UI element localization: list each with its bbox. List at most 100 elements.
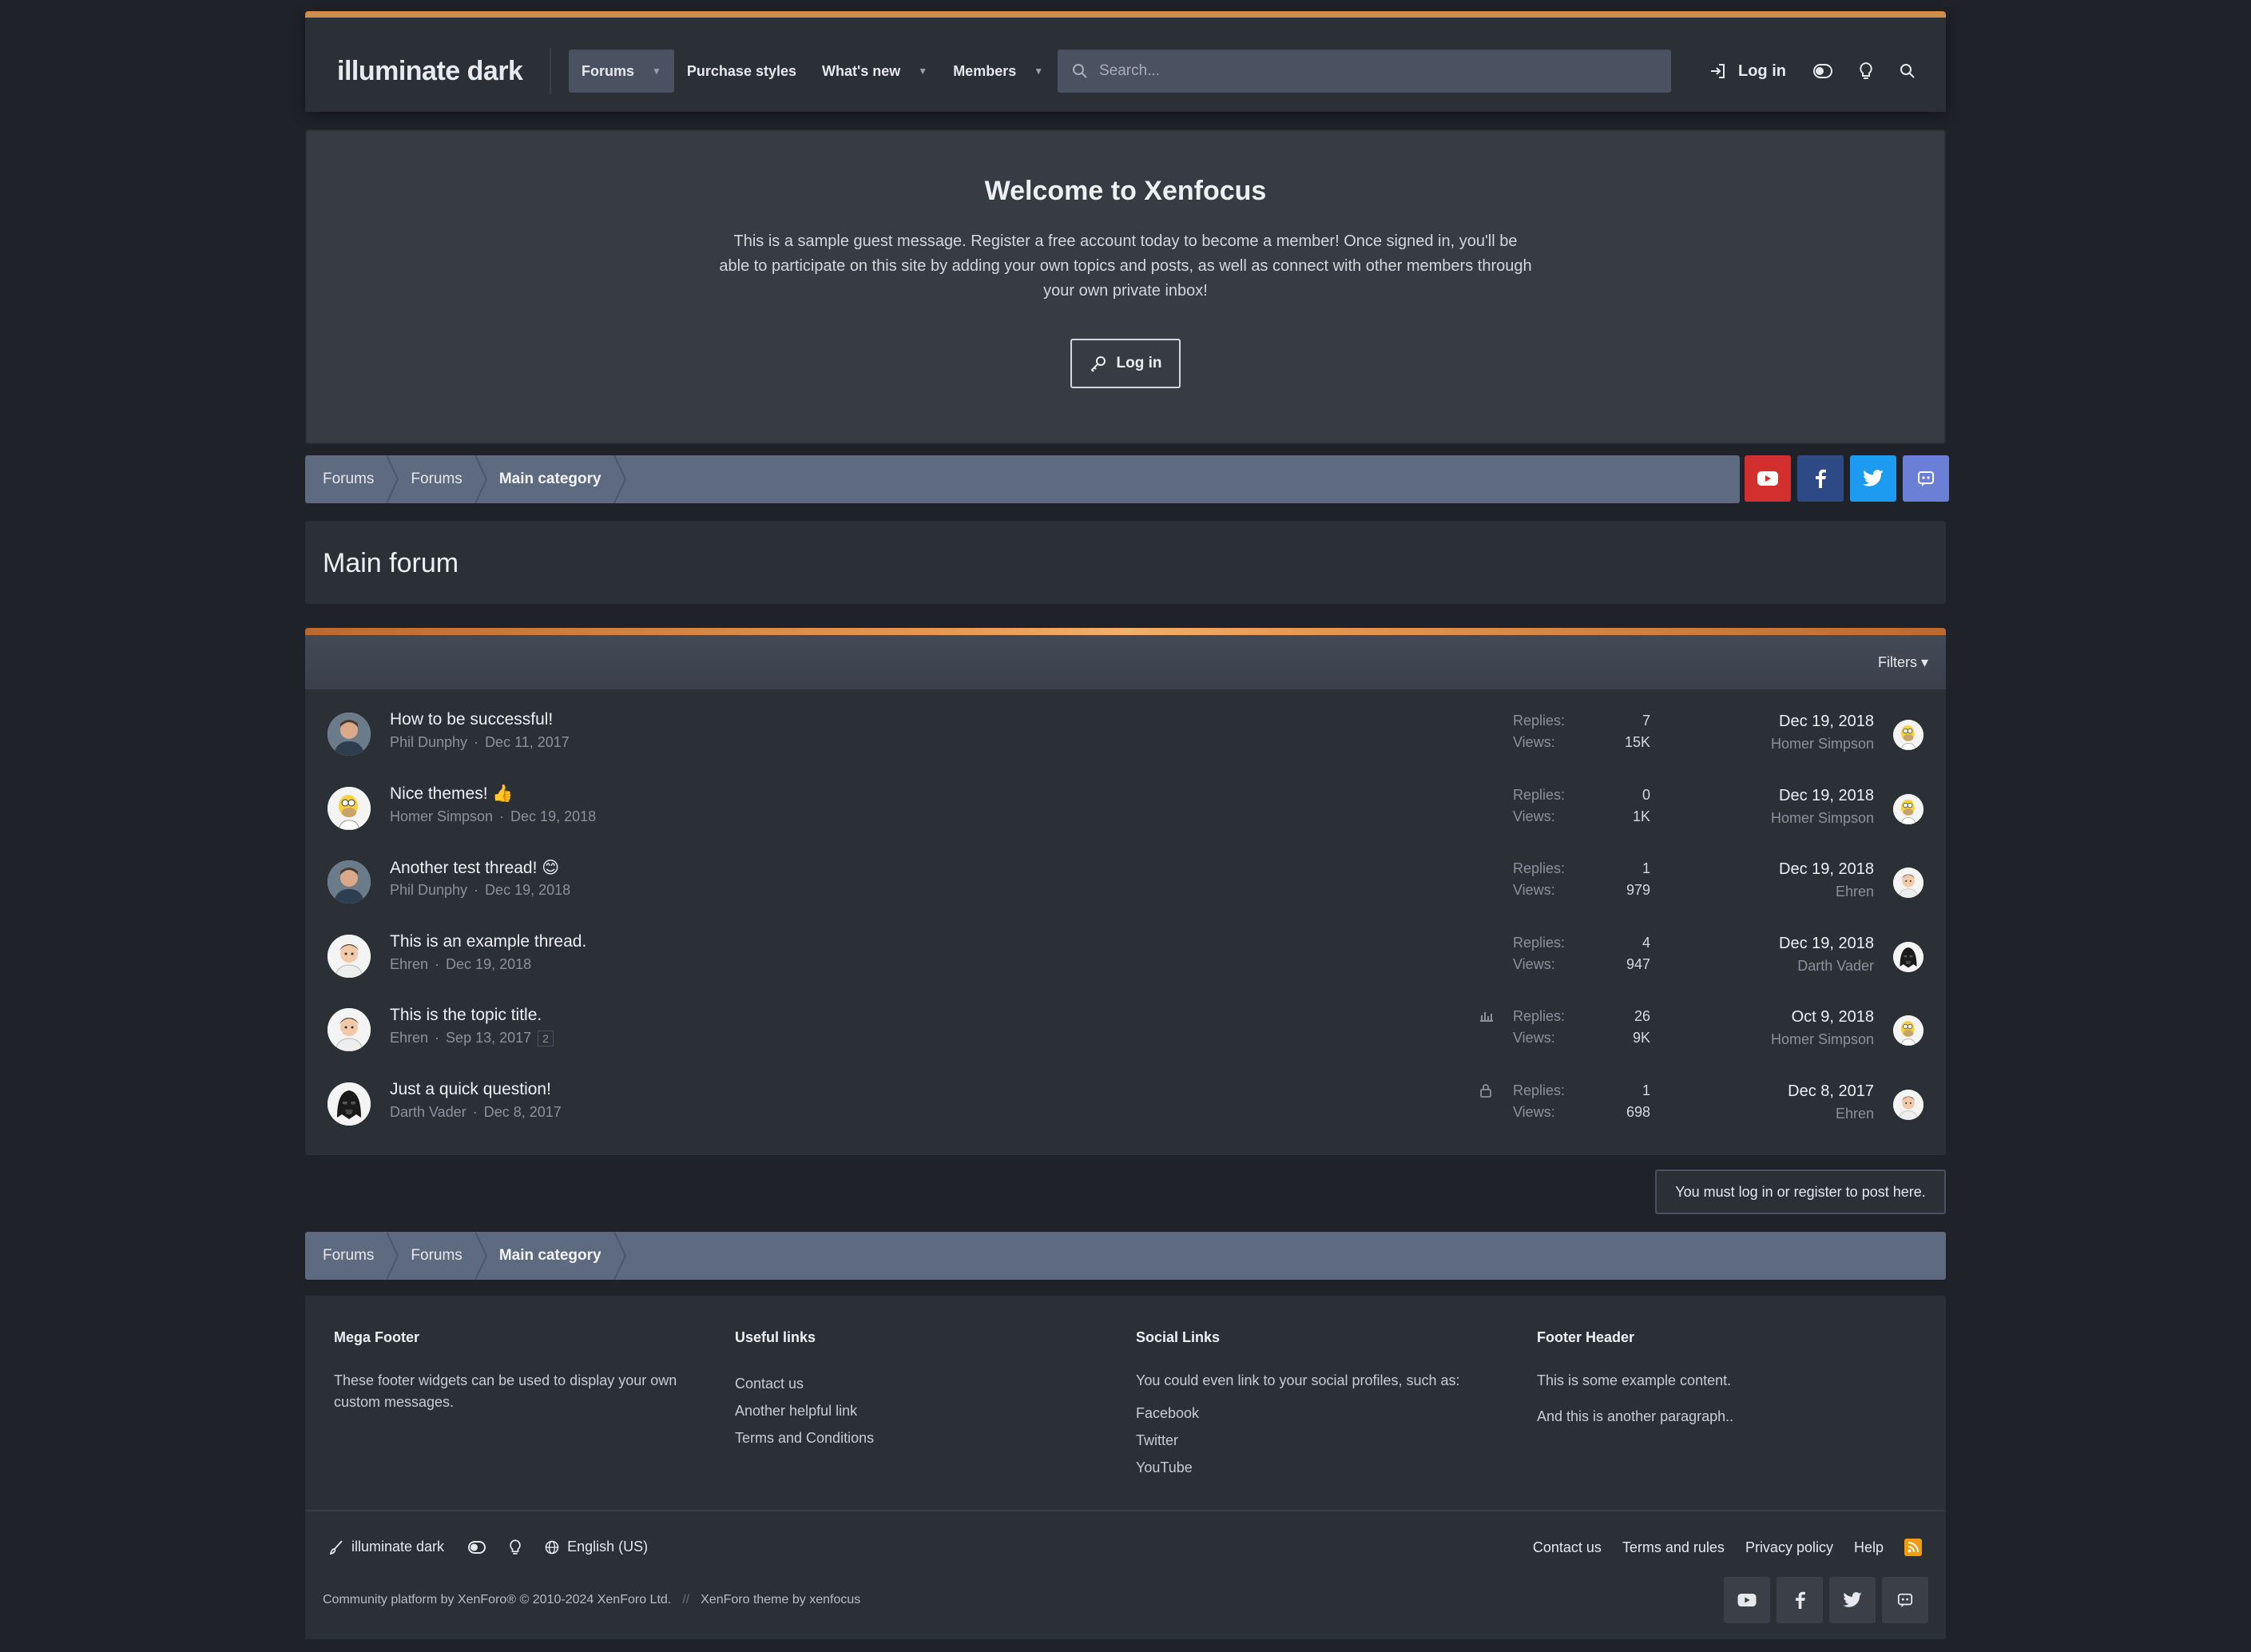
last-poster-avatar[interactable]	[1893, 868, 1923, 898]
login-link[interactable]: Log in	[1709, 62, 1786, 81]
last-post-user[interactable]: Homer Simpson	[1771, 807, 1874, 829]
last-post-date[interactable]: Dec 19, 2018	[1779, 858, 1874, 880]
last-post-date[interactable]: Oct 9, 2018	[1771, 1006, 1874, 1028]
nav-purchase-styles[interactable]: Purchase styles	[674, 50, 809, 93]
search-box[interactable]	[1058, 50, 1671, 93]
footer-link-facebook[interactable]: Facebook	[1136, 1400, 1503, 1427]
thread-author[interactable]: Phil Dunphy	[390, 734, 467, 751]
author-avatar[interactable]	[328, 934, 371, 978]
last-post-date[interactable]: Dec 19, 2018	[1771, 710, 1874, 733]
nav-whats-new-label: What's new	[822, 62, 901, 79]
youtube-button[interactable]	[1745, 455, 1791, 502]
footer-col-title: Mega Footer	[334, 1329, 420, 1345]
social-buttons-top	[1745, 455, 1949, 502]
last-post-date[interactable]: Dec 8, 2017	[1788, 1080, 1874, 1102]
thread-author[interactable]: Homer Simpson	[390, 808, 493, 825]
style-toggle-icon[interactable]	[1812, 64, 1832, 78]
thread-author[interactable]: Ehren	[390, 956, 428, 973]
thread-start-date[interactable]: Dec 19, 2018	[485, 882, 570, 899]
thread-author[interactable]: Ehren	[390, 1030, 428, 1046]
author-avatar[interactable]	[328, 1008, 371, 1051]
lightbulb-icon[interactable]	[510, 1539, 521, 1555]
views-count: 698	[1626, 1103, 1650, 1120]
footer-link-twitter[interactable]: Twitter	[1136, 1427, 1503, 1454]
nav-forums[interactable]: Forums ▼	[569, 50, 674, 93]
views-count: 15K	[1624, 734, 1650, 750]
header-actions: Log in	[1709, 50, 1916, 93]
last-post-date[interactable]: Dec 19, 2018	[1771, 784, 1874, 807]
footer-link-terms[interactable]: Terms and Conditions	[735, 1424, 1102, 1451]
footer-privacy-link[interactable]: Privacy policy	[1745, 1539, 1833, 1556]
breadcrumb-item-forums[interactable]: Forums	[305, 1232, 399, 1280]
style-toggle-icon[interactable]	[468, 1540, 486, 1554]
thread-start-date[interactable]: Dec 19, 2018	[446, 956, 531, 973]
last-post-user[interactable]: Ehren	[1788, 1102, 1874, 1125]
thread-title-link[interactable]: Another test thread! 😊	[390, 858, 559, 878]
youtube-button[interactable]	[1724, 1577, 1770, 1623]
breadcrumb-item-main-category[interactable]: Main category	[482, 455, 626, 503]
thread-title-link[interactable]: How to be successful!	[390, 710, 553, 729]
last-post-user[interactable]: Homer Simpson	[1771, 733, 1874, 755]
thread-row: Another test thread! 😊 Phil Dunphy · Dec 19…	[305, 847, 1946, 920]
chevron-down-icon[interactable]: ▼	[918, 66, 927, 77]
thread-start-date[interactable]: Dec 8, 2017	[484, 1104, 562, 1121]
footer-help-link[interactable]: Help	[1854, 1539, 1884, 1556]
theme-credit[interactable]: XenForo theme by xenfocus	[701, 1593, 860, 1606]
notice-login-button[interactable]: Log in	[1070, 339, 1181, 388]
twitter-button[interactable]	[1850, 455, 1896, 502]
last-post-user[interactable]: Homer Simpson	[1771, 1028, 1874, 1050]
thread-title-link[interactable]: Just a quick question!	[390, 1080, 551, 1099]
footer-link-helpful[interactable]: Another helpful link	[735, 1397, 1102, 1424]
thread-start-date[interactable]: Sep 13, 2017	[446, 1030, 531, 1046]
facebook-button[interactable]	[1777, 1577, 1823, 1623]
chevron-down-icon[interactable]: ▼	[1034, 66, 1043, 77]
author-avatar[interactable]	[328, 860, 371, 903]
last-poster-avatar[interactable]	[1893, 941, 1923, 972]
thread-title-link[interactable]: Nice themes! 👍	[390, 784, 514, 804]
thread-author[interactable]: Phil Dunphy	[390, 882, 467, 899]
footer-contact-link[interactable]: Contact us	[1533, 1539, 1602, 1556]
thread-title-link[interactable]: This is an example thread.	[390, 932, 586, 951]
footer-link-youtube[interactable]: YouTube	[1136, 1454, 1503, 1481]
author-avatar[interactable]	[328, 786, 371, 830]
thread-title-link[interactable]: This is the topic title.	[390, 1006, 542, 1025]
footer-link-contact[interactable]: Contact us	[735, 1370, 1102, 1397]
chevron-down-icon[interactable]: ▼	[652, 66, 661, 77]
rss-icon[interactable]	[1904, 1539, 1922, 1556]
facebook-button[interactable]	[1797, 455, 1844, 502]
breadcrumb-item-forums[interactable]: Forums	[305, 455, 399, 503]
search-input[interactable]	[1099, 62, 1642, 80]
page-link[interactable]: 2	[538, 1030, 554, 1046]
style-chooser[interactable]: illuminate dark	[329, 1539, 444, 1555]
breadcrumb-item-forums-2[interactable]: Forums	[393, 1232, 487, 1280]
site-logo[interactable]: illuminate dark	[337, 56, 523, 87]
filters-button[interactable]: Filters ▾	[1878, 654, 1928, 671]
last-post-user[interactable]: Ehren	[1779, 880, 1874, 903]
last-post: Dec 8, 2017 Ehren	[1788, 1080, 1874, 1125]
thread-author[interactable]: Darth Vader	[390, 1104, 466, 1121]
lightbulb-icon[interactable]	[1860, 62, 1872, 80]
search-icon[interactable]	[1900, 63, 1916, 79]
nav-members[interactable]: Members ▼	[940, 50, 1056, 93]
discord-button[interactable]	[1903, 455, 1949, 502]
last-post-user[interactable]: Darth Vader	[1779, 955, 1874, 977]
author-avatar[interactable]	[328, 713, 371, 756]
nav-whats-new[interactable]: What's new ▼	[809, 50, 940, 93]
thread-start-date[interactable]: Dec 19, 2018	[510, 808, 596, 825]
breadcrumb-item-main-category[interactable]: Main category	[482, 1232, 626, 1280]
last-post-date[interactable]: Dec 19, 2018	[1779, 932, 1874, 955]
last-poster-avatar[interactable]	[1893, 720, 1923, 750]
must-login-button[interactable]: You must log in or register to post here…	[1655, 1170, 1946, 1214]
breadcrumb-item-forums-2[interactable]: Forums	[393, 455, 487, 503]
last-poster-avatar[interactable]	[1893, 1089, 1923, 1120]
views-count: 947	[1626, 955, 1650, 972]
twitter-button[interactable]	[1829, 1577, 1876, 1623]
last-poster-avatar[interactable]	[1893, 793, 1923, 824]
thread-start-date[interactable]: Dec 11, 2017	[485, 734, 570, 751]
language-chooser[interactable]: English (US)	[545, 1539, 648, 1555]
discord-button[interactable]	[1882, 1577, 1928, 1623]
footer-terms-link[interactable]: Terms and rules	[1622, 1539, 1725, 1556]
last-poster-avatar[interactable]	[1893, 1015, 1923, 1046]
author-avatar[interactable]	[328, 1082, 371, 1126]
copyright-text[interactable]: Community platform by XenForo® © 2010-20…	[323, 1593, 671, 1606]
